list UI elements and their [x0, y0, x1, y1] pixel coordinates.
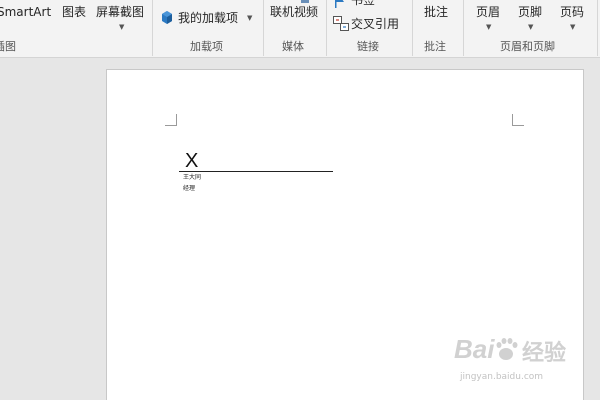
screenshot-button[interactable]: 屏幕截图	[96, 5, 144, 19]
cross-reference-icon	[333, 16, 349, 31]
margin-corner-mark	[512, 114, 524, 126]
signer-name: 王大同	[183, 174, 202, 181]
footer-dropdown-chevron-icon[interactable]: ▼	[528, 23, 533, 31]
header-dropdown-chevron-icon[interactable]: ▼	[486, 23, 491, 31]
group-divider	[412, 0, 413, 56]
group-divider	[463, 0, 464, 56]
signature-x-mark[interactable]: X	[185, 151, 198, 171]
screenshot-dropdown-chevron-icon[interactable]: ▼	[119, 23, 124, 31]
cross-reference-button[interactable]: 交叉引用	[351, 17, 399, 31]
baidu-logo-watermark: Bai 经验	[454, 334, 566, 366]
bookmark-flag-icon	[335, 0, 344, 8]
group-divider	[597, 0, 598, 56]
header-button[interactable]: 页眉	[476, 5, 500, 19]
illustrations-group-label: 插图	[0, 40, 16, 53]
ribbon: SmartArt 图表 屏幕截图 ▼ 插图 我的加载项 ▼ 加载项 联机视频 媒…	[0, 0, 600, 58]
page-number-dropdown-chevron-icon[interactable]: ▼	[570, 23, 575, 31]
online-video-button[interactable]: 联机视频	[270, 5, 318, 19]
my-addins-dropdown-chevron-icon[interactable]: ▼	[247, 14, 252, 22]
group-divider	[152, 0, 153, 56]
watermark-url: jingyan.baidu.com	[460, 372, 544, 382]
signer-title: 经理	[183, 185, 196, 192]
bookmark-button[interactable]: 书签	[351, 0, 375, 7]
chart-button[interactable]: 图表	[62, 5, 86, 19]
margin-corner-mark	[165, 114, 177, 126]
store-bag-icon	[162, 11, 172, 24]
page-number-button[interactable]: 页码	[560, 5, 584, 19]
footer-button[interactable]: 页脚	[518, 5, 542, 19]
comments-group-label: 批注	[424, 40, 446, 53]
group-divider	[326, 0, 327, 56]
comment-button[interactable]: 批注	[424, 5, 448, 19]
header-footer-group-label: 页眉和页脚	[500, 40, 555, 53]
addins-group-label: 加载项	[190, 40, 223, 53]
smartart-button[interactable]: SmartArt	[0, 5, 51, 19]
group-divider	[263, 0, 264, 56]
baidu-jingyan-watermark: Bai 经验 jingyan.baidu.com	[452, 328, 594, 386]
svg-text:Bai: Bai	[454, 334, 495, 364]
online-video-icon	[301, 0, 309, 3]
media-group-label: 媒体	[282, 40, 304, 53]
svg-text:经验: 经验	[522, 340, 566, 366]
signature-line[interactable]	[179, 171, 333, 172]
my-addins-button[interactable]: 我的加载项	[178, 11, 238, 25]
links-group-label: 链接	[357, 40, 379, 53]
